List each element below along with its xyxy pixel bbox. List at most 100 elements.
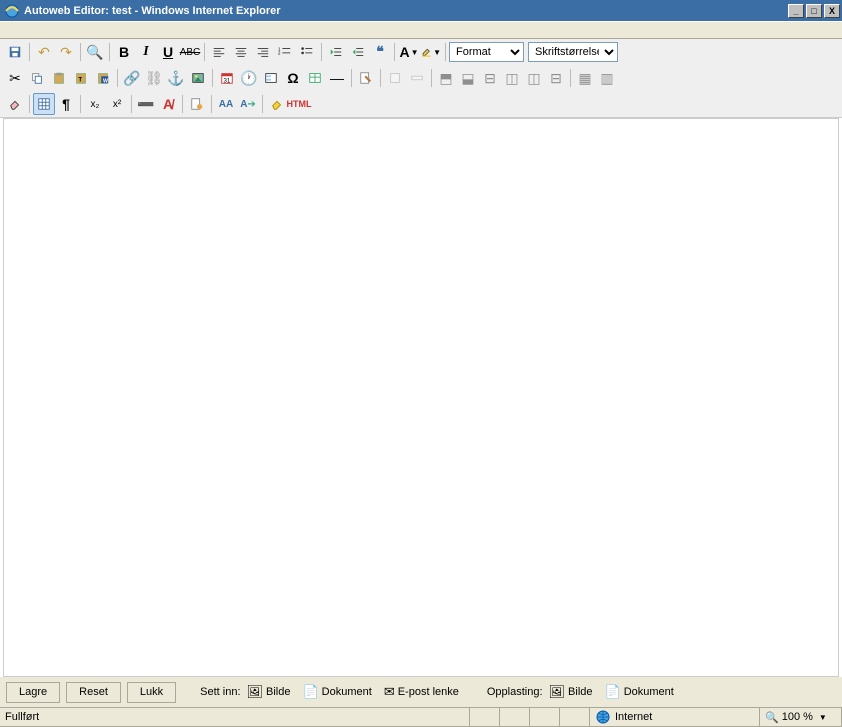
cut-icon[interactable]: ✂ [4, 67, 26, 89]
svg-text:31: 31 [224, 77, 231, 84]
toolbar-row-3: ¶ x₂ x² ➖ A̸ AA A➔ HTML [0, 91, 842, 117]
image-icon: 🖼 [549, 684, 566, 700]
align-left-icon[interactable] [208, 41, 230, 63]
unlink-icon[interactable]: ⛓ [143, 67, 165, 89]
table-icon[interactable] [304, 67, 326, 89]
window-close-button[interactable]: X [824, 4, 840, 18]
insert-document-link[interactable]: 📄Dokument [302, 684, 371, 700]
calendar-icon[interactable]: 31 [216, 67, 238, 89]
address-bar [0, 21, 842, 39]
bold-icon[interactable]: B [113, 41, 135, 63]
redo-icon[interactable]: ↷ [55, 41, 77, 63]
insert-col-before-icon[interactable]: ◫ [501, 67, 523, 89]
outdent-icon[interactable] [325, 41, 347, 63]
mail-icon: ✉ [384, 684, 395, 700]
editor-textarea[interactable] [4, 119, 838, 676]
svg-text:T: T [78, 77, 82, 84]
copy-icon[interactable] [26, 67, 48, 89]
pilcrow-icon[interactable]: ¶ [55, 93, 77, 115]
clean-icon[interactable] [266, 93, 288, 115]
superscript-icon[interactable]: x² [106, 93, 128, 115]
paste-text-icon[interactable]: T [70, 67, 92, 89]
insert-row-after-icon[interactable]: ⬓ [457, 67, 479, 89]
italic-icon[interactable]: I [135, 41, 157, 63]
search-icon[interactable]: 🔍 [84, 41, 106, 63]
save-button[interactable]: Lagre [6, 682, 60, 703]
save-icon[interactable] [4, 41, 26, 63]
maximize-button[interactable]: □ [806, 4, 822, 18]
omega-icon[interactable]: Ω [282, 67, 304, 89]
indent-icon[interactable] [347, 41, 369, 63]
status-bar: Fullført Internet 🔍100 %▼ [0, 707, 842, 727]
document-icon: 📄 [302, 684, 318, 700]
window-titlebar: Autoweb Editor: test - Windows Internet … [0, 0, 842, 21]
show-grid-icon[interactable] [33, 93, 55, 115]
find-icon[interactable]: AA [215, 93, 237, 115]
svg-text:2: 2 [278, 51, 281, 56]
upload-label: Opplasting: [487, 686, 543, 698]
align-right-icon[interactable] [252, 41, 274, 63]
insert-row-before-icon[interactable]: ⬒ [435, 67, 457, 89]
status-pane [560, 708, 590, 727]
replace-icon[interactable]: A➔ [237, 93, 259, 115]
cell-props-icon[interactable] [384, 67, 406, 89]
underline-icon[interactable]: U [157, 41, 179, 63]
delete-row-icon[interactable]: ⊟ [479, 67, 501, 89]
split-cell-icon[interactable]: ▥ [596, 67, 618, 89]
insert-label: Sett inn: [200, 686, 240, 698]
status-pane [500, 708, 530, 727]
editor-content-area[interactable] [3, 118, 839, 677]
close-button[interactable]: Lukk [127, 682, 176, 703]
reset-button[interactable]: Reset [66, 682, 121, 703]
status-zoom[interactable]: 🔍100 %▼ [760, 708, 842, 727]
svg-text:W: W [103, 78, 108, 84]
subscript-icon[interactable]: x₂ [84, 93, 106, 115]
minimize-button[interactable]: _ [788, 4, 804, 18]
zoom-icon: 🔍 [765, 711, 779, 724]
image-icon: 🖼 [247, 684, 264, 700]
upload-image-link[interactable]: 🖼Bilde [549, 684, 593, 700]
upload-document-link[interactable]: 📄Dokument [605, 684, 674, 700]
form-icon[interactable] [260, 67, 282, 89]
text-color-icon[interactable]: A▼ [398, 41, 420, 63]
status-pane [530, 708, 560, 727]
delete-col-icon[interactable]: ⊟ [545, 67, 567, 89]
hr-icon[interactable]: — [326, 67, 348, 89]
image-icon[interactable] [187, 67, 209, 89]
toolbar-row-1: ↶ ↷ 🔍 B I U ABC 12 ❝ A▼ ▼ Format Skrifts… [0, 39, 842, 65]
clock-icon[interactable]: 🕐 [238, 67, 260, 89]
html-source-icon[interactable]: HTML [288, 93, 310, 115]
row-props-icon[interactable] [406, 67, 428, 89]
status-pane [470, 708, 500, 727]
document-icon: 📄 [605, 684, 621, 700]
blockquote-icon[interactable]: ❝ [369, 41, 391, 63]
remove-format-icon[interactable]: ➖ [135, 93, 157, 115]
fontsize-select[interactable]: Skriftstørrelse [528, 42, 618, 62]
ordered-list-icon[interactable]: 12 [274, 41, 296, 63]
properties-icon[interactable] [186, 93, 208, 115]
status-zone[interactable]: Internet [590, 708, 760, 727]
anchor-icon[interactable]: ⚓ [165, 67, 187, 89]
undo-icon[interactable]: ↶ [33, 41, 55, 63]
insert-image-link[interactable]: 🖼Bilde [247, 684, 291, 700]
window-title: Autoweb Editor: test - Windows Internet … [24, 5, 788, 17]
paste-icon[interactable] [48, 67, 70, 89]
ie-icon [4, 3, 20, 19]
link-icon[interactable]: 🔗 [121, 67, 143, 89]
format-select[interactable]: Format [449, 42, 524, 62]
insert-email-link[interactable]: ✉E-post lenke [384, 684, 459, 700]
char-format-icon[interactable]: A̸ [157, 93, 179, 115]
edit-page-icon[interactable] [355, 67, 377, 89]
align-center-icon[interactable] [230, 41, 252, 63]
merge-cells-icon[interactable]: ▦ [574, 67, 596, 89]
insert-col-after-icon[interactable]: ◫ [523, 67, 545, 89]
paste-word-icon[interactable]: W [92, 67, 114, 89]
editor-toolbar: ↶ ↷ 🔍 B I U ABC 12 ❝ A▼ ▼ Format Skrifts… [0, 39, 842, 118]
status-done: Fullført [0, 708, 470, 727]
unordered-list-icon[interactable] [296, 41, 318, 63]
toolbar-row-2: ✂ T W 🔗 ⛓ ⚓ 31 🕐 Ω — ⬒ ⬓ ⊟ ◫ ◫ ⊟ ▦ ▥ [0, 65, 842, 91]
strikethrough-icon[interactable]: ABC [179, 41, 201, 63]
footer-actions: Lagre Reset Lukk Sett inn: 🖼Bilde 📄Dokum… [0, 677, 842, 707]
highlight-color-icon[interactable]: ▼ [420, 41, 442, 63]
eraser-icon[interactable] [4, 93, 26, 115]
